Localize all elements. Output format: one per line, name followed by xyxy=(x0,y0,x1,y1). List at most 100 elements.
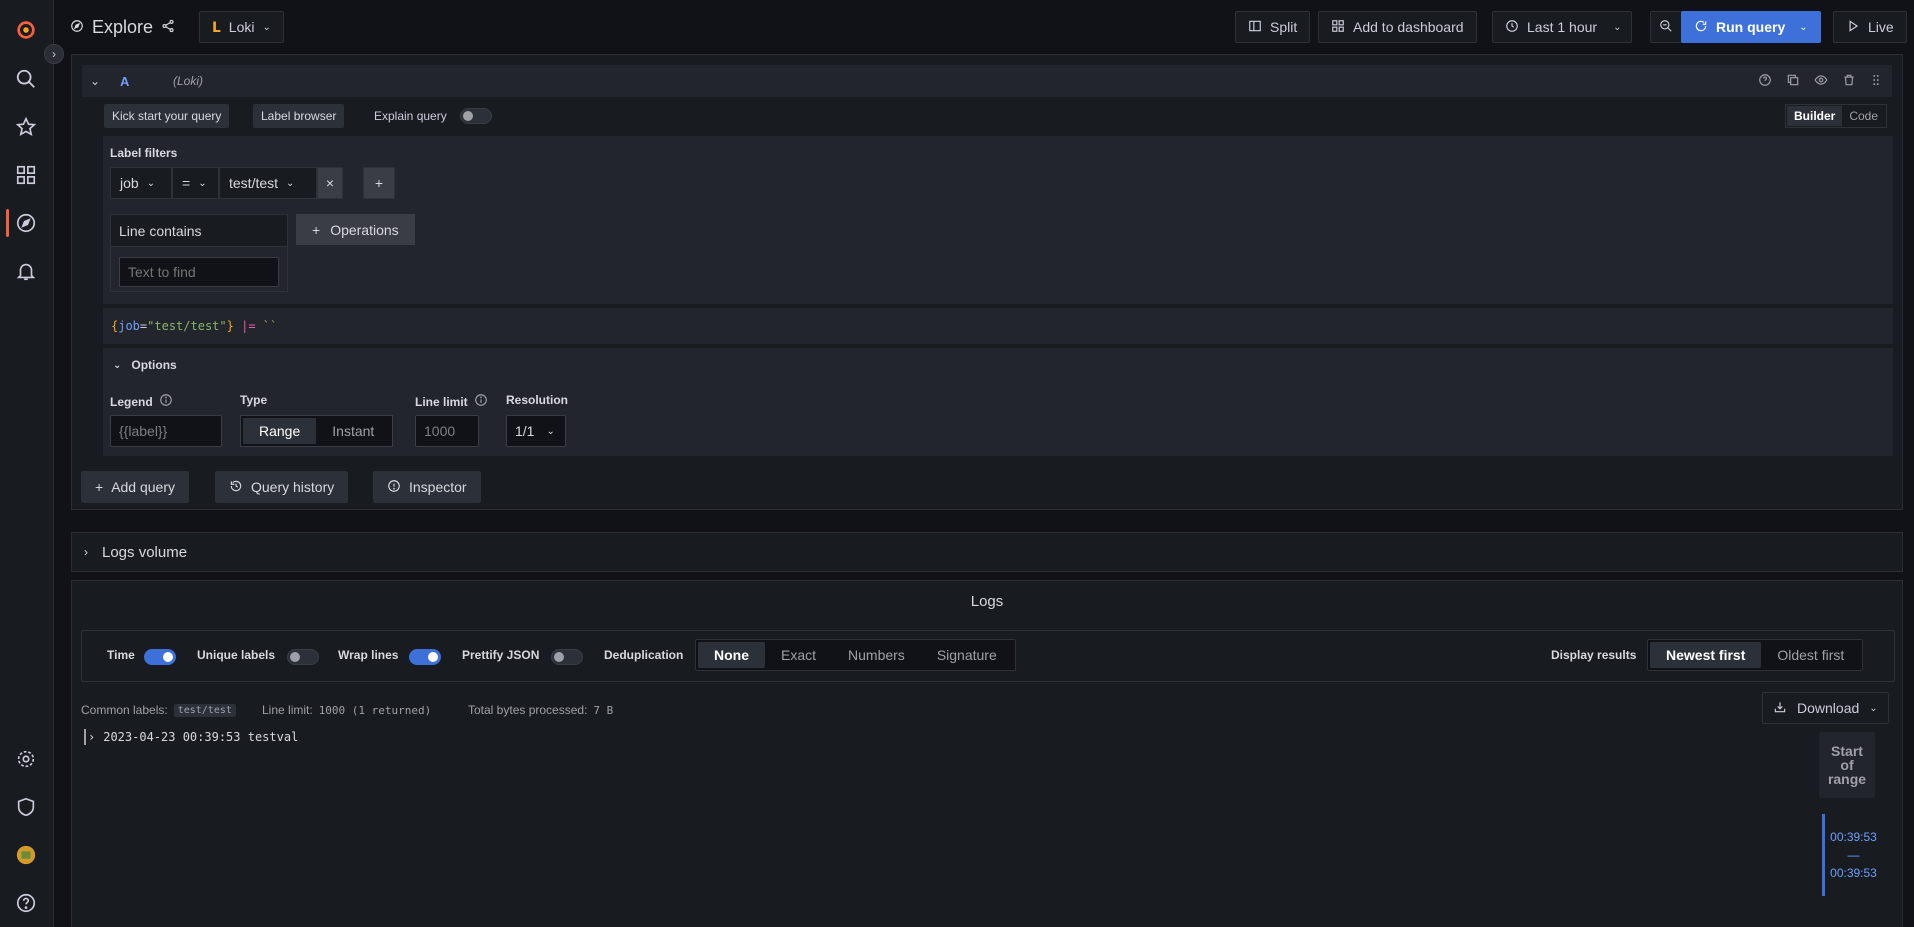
label-select[interactable]: job ⌄ xyxy=(110,167,172,199)
sidebar-active-indicator xyxy=(6,209,9,237)
datasource-picker[interactable]: ᒪ Loki ⌄ xyxy=(199,11,284,43)
add-to-dashboard-button[interactable]: Add to dashboard xyxy=(1318,11,1477,43)
bytes-processed-info: Total bytes processed: 7 B xyxy=(468,703,613,717)
eye-icon[interactable] xyxy=(1814,73,1828,90)
time-range-picker[interactable]: Last 1 hour ⌄ xyxy=(1492,11,1633,43)
value-select[interactable]: test/test ⌄ xyxy=(219,167,317,199)
help-icon[interactable] xyxy=(13,890,39,916)
dedup-exact-option[interactable]: Exact xyxy=(765,642,832,668)
logs-controls: Time Unique labels Wrap lines Prettify J… xyxy=(81,630,1895,682)
query-options: ⌄ Options Legend {{label}} Type Range In… xyxy=(103,348,1893,456)
query-datasource-hint: (Loki) xyxy=(173,74,204,88)
share-icon[interactable] xyxy=(161,17,175,38)
logs-panel: Logs Time Unique labels Wrap lines Prett… xyxy=(71,580,1903,927)
operations-label: Operations xyxy=(330,221,399,238)
resolution-label: Resolution xyxy=(506,393,568,407)
query-ref-id[interactable]: A xyxy=(120,74,129,89)
expand-sidebar-button[interactable]: › xyxy=(44,44,64,64)
wrap-lines-toggle[interactable] xyxy=(409,649,441,665)
explore-title-icon xyxy=(70,17,84,38)
newest-first-option[interactable]: Newest first xyxy=(1650,642,1762,668)
search-icon[interactable] xyxy=(13,66,39,92)
chevron-down-icon: ⌄ xyxy=(286,177,295,189)
split-icon xyxy=(1248,19,1262,36)
add-query-label: Add query xyxy=(111,479,176,495)
line-limit-input[interactable]: 1000 xyxy=(415,415,479,447)
trash-icon[interactable] xyxy=(1842,73,1856,90)
options-toggle[interactable]: ⌄ Options xyxy=(113,358,177,372)
chevron-down-icon: ⌄ xyxy=(1869,702,1878,714)
operator-select-value: = xyxy=(182,175,191,191)
explore-icon[interactable] xyxy=(13,210,39,236)
chevron-down-icon: ⌄ xyxy=(146,177,156,189)
type-instant-option[interactable]: Instant xyxy=(316,418,390,444)
expr-pipe: |= xyxy=(241,319,256,333)
dedup-signature-option[interactable]: Signature xyxy=(921,642,1013,668)
log-range-indicator[interactable]: 00:39:53 — 00:39:53 xyxy=(1822,814,1882,896)
star-icon[interactable] xyxy=(13,114,39,140)
split-button[interactable]: Split xyxy=(1235,11,1311,43)
datasource-name: Loki xyxy=(228,19,255,35)
help-icon[interactable] xyxy=(1758,73,1772,90)
oldest-first-option[interactable]: Oldest first xyxy=(1761,642,1860,668)
query-row-header: ⌄ A (Loki) xyxy=(82,65,1892,97)
label-browser-button[interactable]: Label browser xyxy=(253,104,345,128)
gear-icon[interactable] xyxy=(13,746,39,772)
live-button[interactable]: Live xyxy=(1833,11,1907,43)
kick-start-button[interactable]: Kick start your query xyxy=(104,104,230,128)
avatar[interactable] xyxy=(13,842,39,868)
deduplication-options: None Exact Numbers Signature xyxy=(695,639,1016,671)
refresh-icon xyxy=(1694,19,1708,36)
add-query-button[interactable]: + Add query xyxy=(81,471,190,503)
grafana-logo-icon[interactable] xyxy=(13,17,39,43)
chevron-right-icon[interactable]: › xyxy=(88,730,95,744)
download-button[interactable]: Download ⌄ xyxy=(1762,692,1889,724)
legend-label: Legend xyxy=(110,393,173,410)
log-row[interactable]: › 2023-04-23 00:39:53 testval xyxy=(84,729,298,745)
info-circle-icon xyxy=(387,479,401,496)
zoom-out-button[interactable] xyxy=(1650,11,1682,43)
resolution-select[interactable]: 1/1 ⌄ xyxy=(506,415,566,447)
text-to-find-input[interactable] xyxy=(119,257,279,287)
unique-labels-toggle[interactable] xyxy=(287,649,319,665)
add-to-dashboard-label: Add to dashboard xyxy=(1353,19,1464,35)
query-editor-panel: ⌄ A (Loki) Kick start your query Label b… xyxy=(71,54,1903,510)
download-label: Download xyxy=(1797,700,1860,716)
bell-icon[interactable] xyxy=(13,258,39,284)
shield-icon[interactable] xyxy=(13,794,39,820)
common-labels-label: Common labels: xyxy=(81,703,168,717)
legend-input[interactable]: {{label}} xyxy=(110,415,222,447)
start-of-range-button[interactable]: Start of range xyxy=(1819,732,1875,798)
chevron-down-icon[interactable]: ⌄ xyxy=(1799,22,1807,33)
expr-value: "test/test" xyxy=(147,319,227,333)
code-mode-button[interactable]: Code xyxy=(1842,106,1885,126)
inspector-button[interactable]: Inspector xyxy=(373,471,481,503)
type-range-option[interactable]: Range xyxy=(243,418,317,444)
unique-labels-label: Unique labels xyxy=(197,648,276,662)
copy-icon[interactable] xyxy=(1786,73,1800,90)
prettify-json-toggle[interactable] xyxy=(551,649,583,665)
remove-filter-button[interactable]: × xyxy=(317,167,343,199)
explain-query-toggle[interactable] xyxy=(460,108,492,124)
logs-volume-panel[interactable]: › Logs volume xyxy=(71,532,1903,572)
run-query-button[interactable]: Run query ⌄ xyxy=(1681,11,1821,43)
dashboards-icon[interactable] xyxy=(13,162,39,188)
download-icon xyxy=(1773,700,1787,717)
operator-select[interactable]: = ⌄ xyxy=(172,167,219,199)
drag-handle-icon[interactable] xyxy=(1869,73,1883,90)
top-bar: Explore ᒪ Loki ⌄ Split Add to dashboard … xyxy=(54,0,1914,54)
query-history-button[interactable]: Query history xyxy=(215,471,349,503)
options-title: Options xyxy=(131,358,177,372)
info-icon[interactable] xyxy=(474,393,488,410)
info-icon[interactable] xyxy=(159,393,173,410)
dedup-numbers-option[interactable]: Numbers xyxy=(832,642,921,668)
time-toggle[interactable] xyxy=(144,649,176,665)
collapse-chevron-icon[interactable]: ⌄ xyxy=(90,74,100,88)
loki-icon: ᒪ xyxy=(212,18,221,35)
logs-volume-title: Logs volume xyxy=(102,543,188,561)
builder-mode-button[interactable]: Builder xyxy=(1787,106,1843,126)
add-filter-button[interactable]: + xyxy=(363,167,395,199)
dedup-none-option[interactable]: None xyxy=(698,642,765,668)
operations-button[interactable]: + Operations xyxy=(296,214,415,245)
common-labels: Common labels: test/test xyxy=(81,703,236,717)
